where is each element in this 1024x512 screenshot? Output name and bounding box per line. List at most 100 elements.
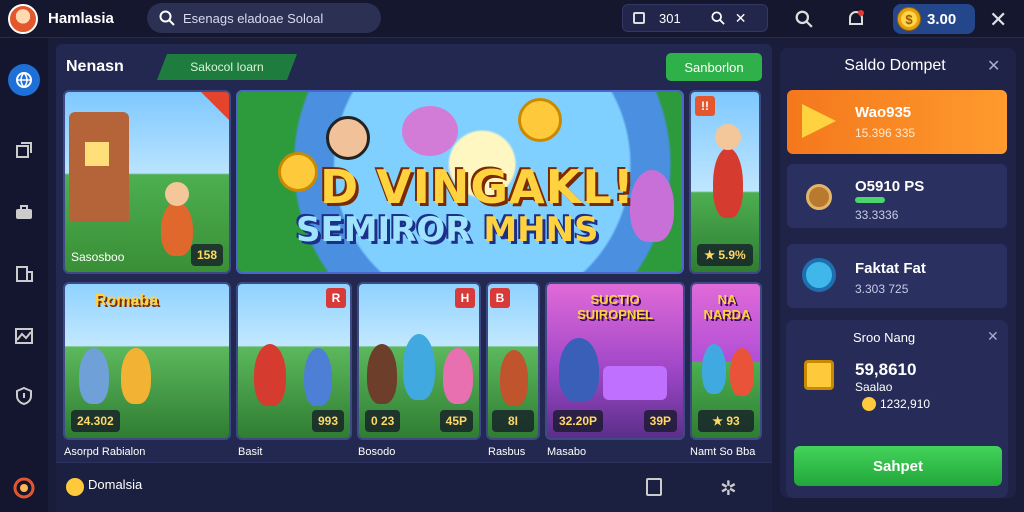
summary-amount-sub: Saalao xyxy=(855,380,893,394)
game-card[interactable]: B 8I xyxy=(486,282,540,440)
rail-briefcase-icon[interactable] xyxy=(8,196,40,228)
game-card[interactable]: H 0 23 45P xyxy=(357,282,481,440)
progress-dots xyxy=(855,197,885,203)
character-head xyxy=(165,182,189,206)
game-badge: ★ 5.9% xyxy=(697,244,753,266)
search-icon[interactable] xyxy=(793,8,815,30)
game-card[interactable]: NA NARDA ★ 93 xyxy=(690,282,762,440)
notification-icon[interactable] xyxy=(845,8,867,30)
game-title: Sasosboo xyxy=(71,250,125,264)
coin-icon xyxy=(518,98,562,142)
banner-title: D VINGAKL! xyxy=(320,160,635,214)
summary-amount: 59,8610 xyxy=(855,360,917,379)
search-icon[interactable] xyxy=(711,11,725,25)
wallet-item-value: O5910 PS xyxy=(855,178,925,195)
character-figure xyxy=(254,344,286,406)
wallet-item-value: Wao935 xyxy=(855,104,912,121)
close-icon[interactable]: ✕ xyxy=(987,328,999,345)
game-card[interactable]: SUCTIO SUIROPNEL 32.20P 39P xyxy=(545,282,685,440)
footer-label[interactable]: Domalsia xyxy=(88,477,142,492)
coin-icon xyxy=(862,397,876,411)
close-icon[interactable]: ✕ xyxy=(735,10,747,27)
section-title: Nenasn xyxy=(66,58,124,75)
app-brand: Hamlasia xyxy=(48,10,114,27)
footer-avatar xyxy=(66,478,84,496)
coin-icon: $ xyxy=(897,7,921,31)
character-figure xyxy=(367,344,397,404)
rail-tablet-icon[interactable] xyxy=(8,258,40,290)
game-card[interactable]: R 993 xyxy=(236,282,352,440)
card-caption: Bosodo xyxy=(358,446,396,458)
treasure-icon xyxy=(804,360,834,390)
rail-ring-icon[interactable] xyxy=(8,472,40,504)
footer-bar xyxy=(56,462,772,512)
wallet-item-value: Faktat Fat xyxy=(855,260,926,277)
gem-icon xyxy=(802,258,836,292)
wallet-action-button[interactable]: Sahpet xyxy=(794,446,1002,486)
coin-icon xyxy=(278,152,318,192)
character-figure xyxy=(702,344,726,394)
banner-subtitle: SEMIROR MHNS xyxy=(296,210,599,250)
banner-subtitle-a: SEMIROR xyxy=(296,210,472,250)
summary-title: Sroo Nang xyxy=(853,330,916,345)
app-logo-avatar[interactable] xyxy=(8,4,38,34)
card-title: NA NARDA xyxy=(703,292,751,322)
character-figure xyxy=(500,350,528,406)
character-figure xyxy=(443,348,473,404)
game-badge: 8I xyxy=(492,410,534,432)
coin-icon xyxy=(806,184,832,210)
house-shape xyxy=(69,112,129,222)
wallet-balance-pill[interactable]: $ 3.00 xyxy=(893,4,975,34)
settings-icon[interactable]: ✲ xyxy=(720,476,737,501)
character-figure xyxy=(730,348,754,396)
hot-tag: H xyxy=(455,288,475,308)
search-icon xyxy=(159,10,175,26)
bookmark-icon[interactable] xyxy=(646,478,662,496)
summary-coin-value: 1232,910 xyxy=(880,397,931,411)
filter-box[interactable]: 301 ✕ xyxy=(622,4,768,32)
card-caption: Namt So Bba xyxy=(690,446,756,458)
character-figure xyxy=(304,348,332,406)
card-caption: Asorpd Rabialon xyxy=(64,446,146,458)
hot-tag: B xyxy=(490,288,510,308)
monster-head xyxy=(402,106,458,156)
game-card[interactable]: Sasosboo 158 xyxy=(63,90,231,274)
character-figure xyxy=(630,170,674,242)
game-badge: 45P xyxy=(439,410,473,432)
card-title: Romaba xyxy=(95,292,159,309)
card-title: SUCTIO SUIROPNEL xyxy=(577,292,653,322)
card-caption: Masabo xyxy=(547,446,587,458)
game-badge: 24.302 xyxy=(71,410,120,432)
game-badge: 0 23 xyxy=(365,410,401,432)
close-icon[interactable]: ✕ xyxy=(989,7,1007,33)
square-icon xyxy=(633,12,645,24)
banner-subtitle-b: MHNS xyxy=(483,210,599,250)
game-badge: 32.20P xyxy=(553,410,604,432)
game-badge: 39P xyxy=(643,410,677,432)
character-figure xyxy=(121,348,151,404)
search-input[interactable]: Esenags eladoae Soloal xyxy=(183,11,323,26)
wallet-panel-title: Saldo Dompet xyxy=(844,57,946,74)
rail-cards-icon[interactable] xyxy=(8,134,40,166)
character-figure xyxy=(403,334,435,400)
card-caption: Rasbus xyxy=(488,446,526,458)
game-card[interactable]: !! ★ 5.9% xyxy=(689,90,761,274)
game-card[interactable]: Romaba 24.302 xyxy=(63,282,231,440)
character-head xyxy=(715,124,741,150)
wallet-balance: 3.00 xyxy=(927,10,957,28)
rail-image-icon[interactable] xyxy=(8,320,40,352)
section-action-button[interactable]: Sanborlon xyxy=(666,53,762,81)
card-caption: Basit xyxy=(238,446,263,458)
rail-shield-icon[interactable] xyxy=(8,380,40,412)
character-figure xyxy=(559,338,599,402)
game-badge: 158 xyxy=(190,244,223,266)
character-head xyxy=(326,116,370,160)
game-badge: ★ 93 xyxy=(698,410,754,432)
search-bar[interactable]: Esenags eladoae Soloal xyxy=(147,3,381,33)
section-tag[interactable]: Sakocol Ioarn xyxy=(157,54,297,80)
rail-globe-icon[interactable] xyxy=(8,64,40,96)
wallet-item-sub: 33.3336 xyxy=(855,208,899,222)
wallet-item-sub: 3.303 725 xyxy=(855,282,909,296)
game-badge: 993 xyxy=(311,410,344,432)
close-icon[interactable]: ✕ xyxy=(987,56,1000,76)
